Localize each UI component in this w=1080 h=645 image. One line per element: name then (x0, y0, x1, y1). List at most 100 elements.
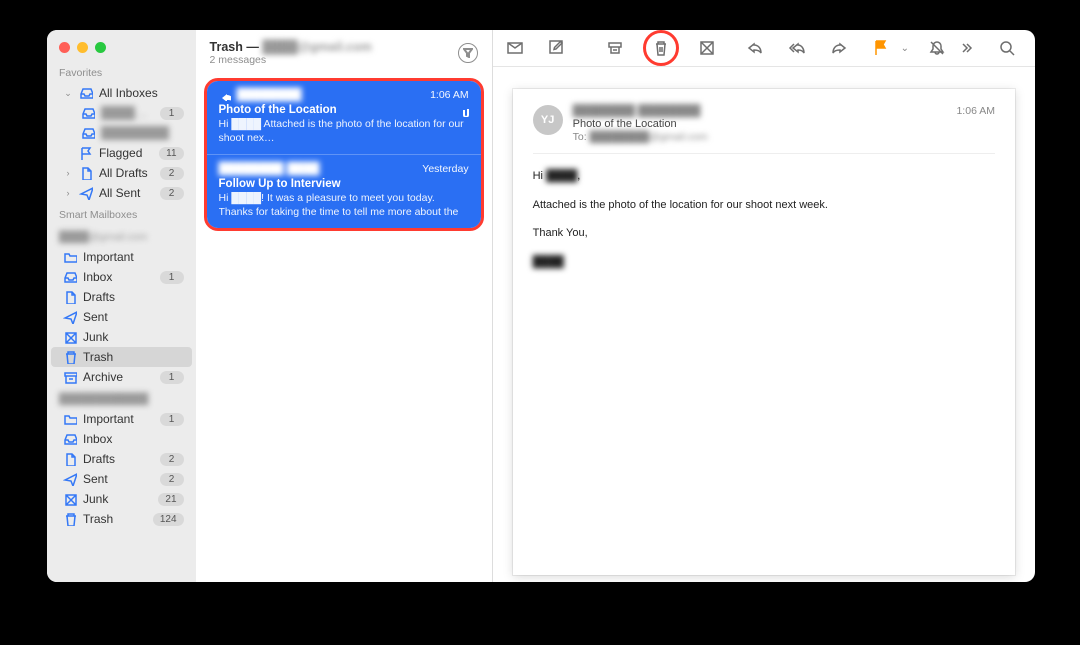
count-badge: 2 (160, 473, 184, 486)
sidebar-item-sent[interactable]: Sent 2 (51, 469, 192, 489)
sent-icon (79, 186, 93, 200)
sidebar-item-all-sent[interactable]: › All Sent 2 (51, 183, 192, 203)
count-badge: 2 (160, 187, 184, 200)
chevron-right-icon: › (63, 168, 73, 178)
junk-icon (63, 492, 77, 506)
sidebar: Favorites ⌄ All Inboxes ████@g… 1 ██████… (47, 30, 196, 582)
sidebar-item-label: Junk (83, 492, 152, 506)
delete-button[interactable] (643, 30, 679, 66)
count-badge: 21 (158, 493, 183, 506)
count-badge: 2 (160, 167, 184, 180)
zoom-window-button[interactable] (95, 42, 106, 53)
sidebar-item-label: Drafts (83, 290, 184, 304)
replied-icon (219, 89, 231, 101)
flag-menu-chevron-icon[interactable]: ⌄ (901, 43, 909, 54)
favorites-heading: Favorites (47, 61, 196, 83)
close-window-button[interactable] (59, 42, 70, 53)
sidebar-item-label: Sent (83, 472, 154, 486)
sidebar-item-important[interactable]: Important (51, 247, 192, 267)
mute-button[interactable] (923, 34, 951, 62)
sidebar-item-important[interactable]: Important1 (51, 409, 192, 429)
count-badge: 11 (159, 147, 183, 160)
sidebar-item-label: Inbox (83, 432, 184, 446)
reply-all-button[interactable] (783, 34, 811, 62)
message-time: Yesterday (422, 163, 468, 175)
message-preview: Hi ████! It was a pleasure to meet you t… (219, 192, 469, 218)
junk-button[interactable] (693, 34, 721, 62)
filter-button[interactable] (458, 43, 478, 63)
sidebar-item-junk[interactable]: Junk (51, 327, 192, 347)
sidebar-item-drafts[interactable]: Drafts (51, 287, 192, 307)
forward-button[interactable] (825, 34, 853, 62)
message-body: Hi ████, Attached is the photo of the lo… (533, 168, 995, 271)
unread-badge: 1 (160, 107, 184, 120)
reply-button[interactable] (741, 34, 769, 62)
message-list-header: Trash — ████@gmail.com 2 messages (196, 30, 492, 72)
minimize-window-button[interactable] (77, 42, 88, 53)
flag-icon (79, 146, 93, 160)
count-badge: 2 (160, 453, 184, 466)
more-toolbar-button[interactable] (951, 34, 979, 62)
sidebar-item-inbox[interactable]: Inbox (51, 429, 192, 449)
inbox-icon (63, 270, 77, 284)
doc-icon (63, 452, 77, 466)
sidebar-item-all-drafts[interactable]: › All Drafts 2 (51, 163, 192, 183)
message-row[interactable]: ████████ ████ Yesterday Follow Up to Int… (207, 154, 481, 228)
message-list-pane: Trash — ████@gmail.com 2 messages ██████… (196, 30, 493, 582)
sidebar-item-flagged[interactable]: Flagged 11 (51, 143, 192, 163)
sidebar-item-label: Important (83, 250, 184, 264)
doc-icon (63, 290, 77, 304)
selected-messages-highlight: ████████ 1:06 AM Photo of the Location H… (204, 78, 484, 231)
sidebar-item-account1-inbox[interactable]: ████@g… 1 (51, 103, 192, 123)
sidebar-item-label: All Drafts (99, 166, 154, 180)
sidebar-item-trash[interactable]: Trash124 (51, 509, 192, 529)
sidebar-item-inbox[interactable]: Inbox1 (51, 267, 192, 287)
inbox-icon (63, 432, 77, 446)
search-button[interactable] (993, 34, 1021, 62)
mailbox-title: Trash — ████@gmail.com (210, 40, 458, 54)
sidebar-item-trash[interactable]: Trash (51, 347, 192, 367)
to-line: To: ████████@gmail.com (573, 131, 947, 143)
count-badge: 1 (160, 271, 184, 284)
folder-icon (63, 412, 77, 426)
sent-icon (63, 472, 77, 486)
sidebar-item-label: ████@g… (101, 106, 154, 120)
received-time: 1:06 AM (956, 105, 995, 143)
sidebar-item-sent[interactable]: Sent (51, 307, 192, 327)
message-count: 2 messages (210, 54, 458, 66)
body-line: Attached is the photo of the location fo… (533, 197, 995, 215)
subject: Photo of the Location (573, 118, 947, 130)
junk-icon (63, 330, 77, 344)
trash-icon (63, 512, 77, 526)
inbox-icon (81, 126, 95, 140)
archive-button[interactable] (601, 34, 629, 62)
archive-icon (63, 370, 77, 384)
window-controls (47, 30, 196, 61)
compose-button[interactable] (543, 34, 571, 62)
attachment-icon (459, 107, 469, 117)
sidebar-item-label: Drafts (83, 452, 154, 466)
message-card: YJ ████████ ████████ Photo of the Locati… (513, 89, 1015, 575)
sidebar-item-account2-inbox[interactable]: ████████ (51, 123, 192, 143)
message-row[interactable]: ████████ 1:06 AM Photo of the Location H… (207, 81, 481, 154)
trash-icon (63, 350, 77, 364)
sidebar-item-drafts[interactable]: Drafts 2 (51, 449, 192, 469)
sidebar-item-junk[interactable]: Junk 21 (51, 489, 192, 509)
message-time: 1:06 AM (430, 89, 469, 101)
mail-app-window: Favorites ⌄ All Inboxes ████@g… 1 ██████… (47, 30, 1035, 582)
sender-avatar: YJ (533, 105, 563, 135)
message-header: YJ ████████ ████████ Photo of the Locati… (533, 105, 995, 154)
sidebar-item-label: Important (83, 412, 154, 426)
reading-pane: ⌄ YJ ████████ ████████ Photo of the Loca… (493, 30, 1035, 582)
sidebar-item-archive[interactable]: Archive1 (51, 367, 192, 387)
sidebar-item-label: All Sent (99, 186, 154, 200)
flag-button[interactable] (867, 34, 895, 62)
message-subject: Follow Up to Interview (219, 178, 469, 190)
toolbar: ⌄ (493, 30, 1035, 67)
get-mail-button[interactable] (501, 34, 529, 62)
count-badge: 124 (153, 513, 184, 526)
sidebar-item-label: Trash (83, 350, 184, 364)
sidebar-item-label: ████████ (101, 126, 184, 140)
inbox-icon (79, 86, 93, 100)
sidebar-item-all-inboxes[interactable]: ⌄ All Inboxes (51, 83, 192, 103)
